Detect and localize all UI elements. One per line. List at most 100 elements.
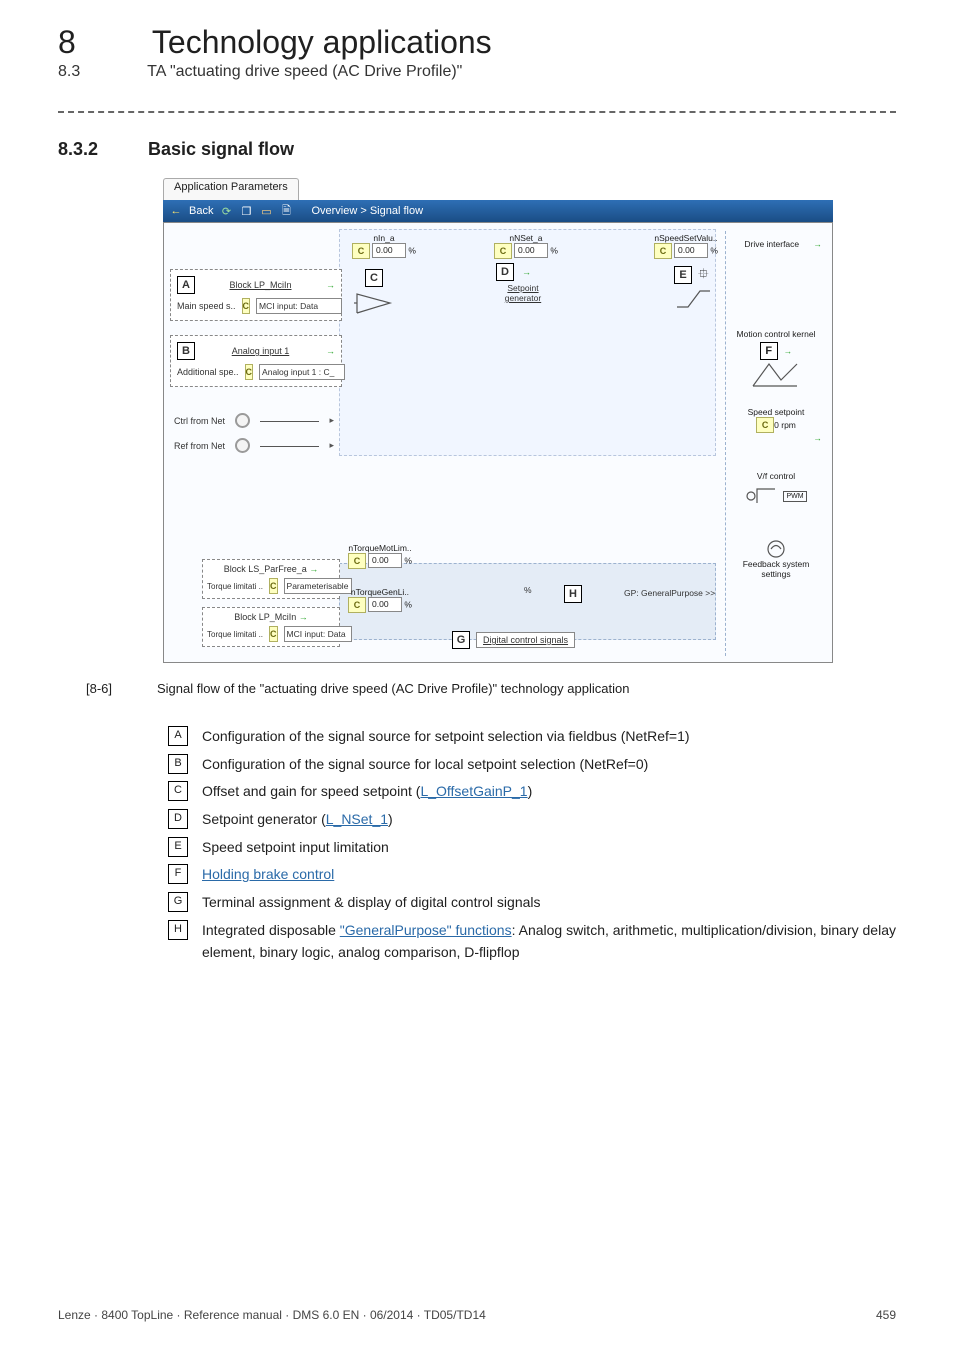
marker-f: F xyxy=(760,342,778,360)
link-general-purpose[interactable]: "GeneralPurpose" functions xyxy=(340,922,512,938)
legend-e-text: Speed setpoint input limitation xyxy=(202,837,389,859)
marker-d: D xyxy=(496,263,514,281)
right-column: →Drive interface Motion control kernel F… xyxy=(725,231,826,656)
arrow-right-icon: → xyxy=(326,346,335,356)
legend-marker-d: D xyxy=(168,809,188,829)
subsection-number: 8.3 xyxy=(58,63,143,81)
page-footer: Lenze · 8400 TopLine · Reference manual … xyxy=(58,1308,896,1322)
limiter-icon: ⯐ xyxy=(698,263,709,287)
signal-flow-figure: Application Parameters ← Back ⟳ ❐ ▭ 🗎 Ov… xyxy=(163,178,833,663)
speed-setpoint-label: Speed setpoint xyxy=(730,407,822,417)
ctrl-from-net-label: Ctrl from Net xyxy=(174,416,225,426)
legend-b-text: Configuration of the signal source for l… xyxy=(202,754,648,776)
legend-marker-b: B xyxy=(168,754,188,774)
footer-left: Lenze · 8400 TopLine · Reference manual … xyxy=(58,1308,486,1322)
block-ls-parfree: Block LS_ParFree_a → Torque limitati .. … xyxy=(202,559,340,599)
ctrl-from-net-indicator xyxy=(235,413,250,428)
c-chip-icon[interactable]: C xyxy=(348,553,366,569)
lp-mciin-dropdown[interactable]: MCI input: Data xyxy=(284,626,352,642)
block-a-row-label: Main speed s.. xyxy=(177,301,236,311)
marker-e: E xyxy=(674,266,692,284)
ntorque-gen-value: nTorqueGenLi.. C0.00 % xyxy=(348,587,412,613)
ls-parfree-row-label: Torque limitati .. xyxy=(207,582,263,591)
nspeed-value: nSpeedSetValu.. C0.00 % xyxy=(654,233,718,259)
legend-marker-g: G xyxy=(168,892,188,912)
nin-a-label: nIn_a xyxy=(352,233,416,243)
marker-a: A xyxy=(177,276,195,294)
back-arrow-icon[interactable]: ← xyxy=(169,204,183,218)
breadcrumb: Overview > Signal flow xyxy=(311,205,423,217)
c-chip-icon[interactable]: C xyxy=(269,578,278,594)
chapter-number: 8 xyxy=(58,24,143,61)
ntorque-gen-label: nTorqueGenLi.. xyxy=(348,587,412,597)
page-icon[interactable]: 🗎 xyxy=(279,204,293,218)
c-chip-icon[interactable]: C xyxy=(352,243,370,259)
nin-a-value: nIn_a C0.00 % xyxy=(352,233,416,259)
link-holding-brake[interactable]: Holding brake control xyxy=(202,866,334,882)
marker-b: B xyxy=(177,342,195,360)
lp-mciin-label: Block LP_MciIn xyxy=(234,612,296,622)
figure-caption: [8-6] Signal flow of the "actuating driv… xyxy=(86,681,896,696)
arrow-right-icon: → xyxy=(814,433,823,443)
feedback-label[interactable]: Feedback system settings xyxy=(730,559,822,579)
ref-from-net-indicator xyxy=(235,438,250,453)
legend-a-text: Configuration of the signal source for s… xyxy=(202,726,690,748)
legend-marker-f: F xyxy=(168,864,188,884)
nnset-a-value: nNSet_a C0.00 % xyxy=(494,233,558,259)
marker-h: H xyxy=(564,585,582,603)
arrow-right-icon: → xyxy=(299,612,308,622)
c-chip-icon[interactable]: C xyxy=(348,597,366,613)
block-b-dropdown[interactable]: Analog input 1 : C_ xyxy=(259,364,345,380)
ref-from-net-label: Ref from Net xyxy=(174,441,225,451)
gp-link[interactable]: GP: GeneralPurpose >> xyxy=(624,588,715,598)
marker-h-box: H xyxy=(564,585,582,603)
lp-mciin-row-label: Torque limitati .. xyxy=(207,630,263,639)
link-l-offsetgainp-1[interactable]: L_OffsetGainP_1 xyxy=(420,783,527,799)
chapter-title: Technology applications xyxy=(152,24,492,60)
subsection-title: TA "actuating drive speed (AC Drive Prof… xyxy=(147,63,462,80)
link-l-nset-1[interactable]: L_NSet_1 xyxy=(326,811,388,827)
refresh-icon[interactable]: ⟳ xyxy=(219,204,233,218)
setpoint-generator-link[interactable]: Setpoint generator xyxy=(496,283,550,303)
c-chip-icon[interactable]: C xyxy=(245,364,254,380)
block-g: G Digital control signals xyxy=(452,631,575,649)
card-icon[interactable]: ▭ xyxy=(259,204,273,218)
block-c: C xyxy=(354,269,394,317)
c-chip-icon[interactable]: C xyxy=(654,243,672,259)
ls-parfree-dropdown[interactable]: Parameterisable xyxy=(284,578,352,594)
section-title: Basic signal flow xyxy=(148,139,294,159)
pwm-label: PWM xyxy=(783,491,806,502)
block-e: E ⯐ xyxy=(674,263,714,311)
ntorque-mot-value: nTorqueMotLim.. C0.00 % xyxy=(348,543,412,569)
chapter-heading: 8 Technology applications xyxy=(58,24,896,61)
c-chip-icon[interactable]: C xyxy=(269,626,278,642)
vf-control-label[interactable]: V/f control xyxy=(730,471,822,481)
arrow-right-icon: → xyxy=(784,346,793,356)
ls-parfree-label: Block LS_ParFree_a xyxy=(224,564,307,574)
nspeed-label: nSpeedSetValu.. xyxy=(654,233,718,243)
block-a: A Block LP_MciIn → Main speed s.. C MCI … xyxy=(170,269,342,321)
drive-interface-label[interactable]: Drive interface xyxy=(730,239,822,249)
digital-signals-link[interactable]: Digital control signals xyxy=(483,635,568,645)
c-chip-icon[interactable]: C xyxy=(242,298,251,314)
block-b: B Analog input 1 → Additional spe.. C An… xyxy=(170,335,342,387)
legend: AConfiguration of the signal source for … xyxy=(168,726,896,963)
arrow-right-icon: → xyxy=(814,239,823,249)
marker-g: G xyxy=(452,631,470,649)
block-a-dropdown[interactable]: MCI input: Data xyxy=(256,298,342,314)
block-a-title[interactable]: Block LP_MciIn xyxy=(229,280,291,290)
arrow-right-icon: → xyxy=(326,280,335,290)
c-chip-icon[interactable]: C xyxy=(494,243,512,259)
back-label[interactable]: Back xyxy=(189,205,213,217)
legend-marker-h: H xyxy=(168,920,188,940)
motion-kernel-label[interactable]: Motion control kernel xyxy=(730,329,822,339)
nnset-a-label: nNSet_a xyxy=(494,233,558,243)
caption-text: Signal flow of the "actuating drive spee… xyxy=(157,681,629,696)
c-chip-icon[interactable]: C xyxy=(756,417,774,433)
block-b-title[interactable]: Analog input 1 xyxy=(232,346,290,356)
legend-marker-c: C xyxy=(168,781,188,801)
footer-page-number: 459 xyxy=(876,1308,896,1322)
caption-id: [8-6] xyxy=(86,681,141,696)
window-icon[interactable]: ❐ xyxy=(239,204,253,218)
netflags: Ctrl from Net ▸ Ref from Net ▸ xyxy=(174,413,334,453)
